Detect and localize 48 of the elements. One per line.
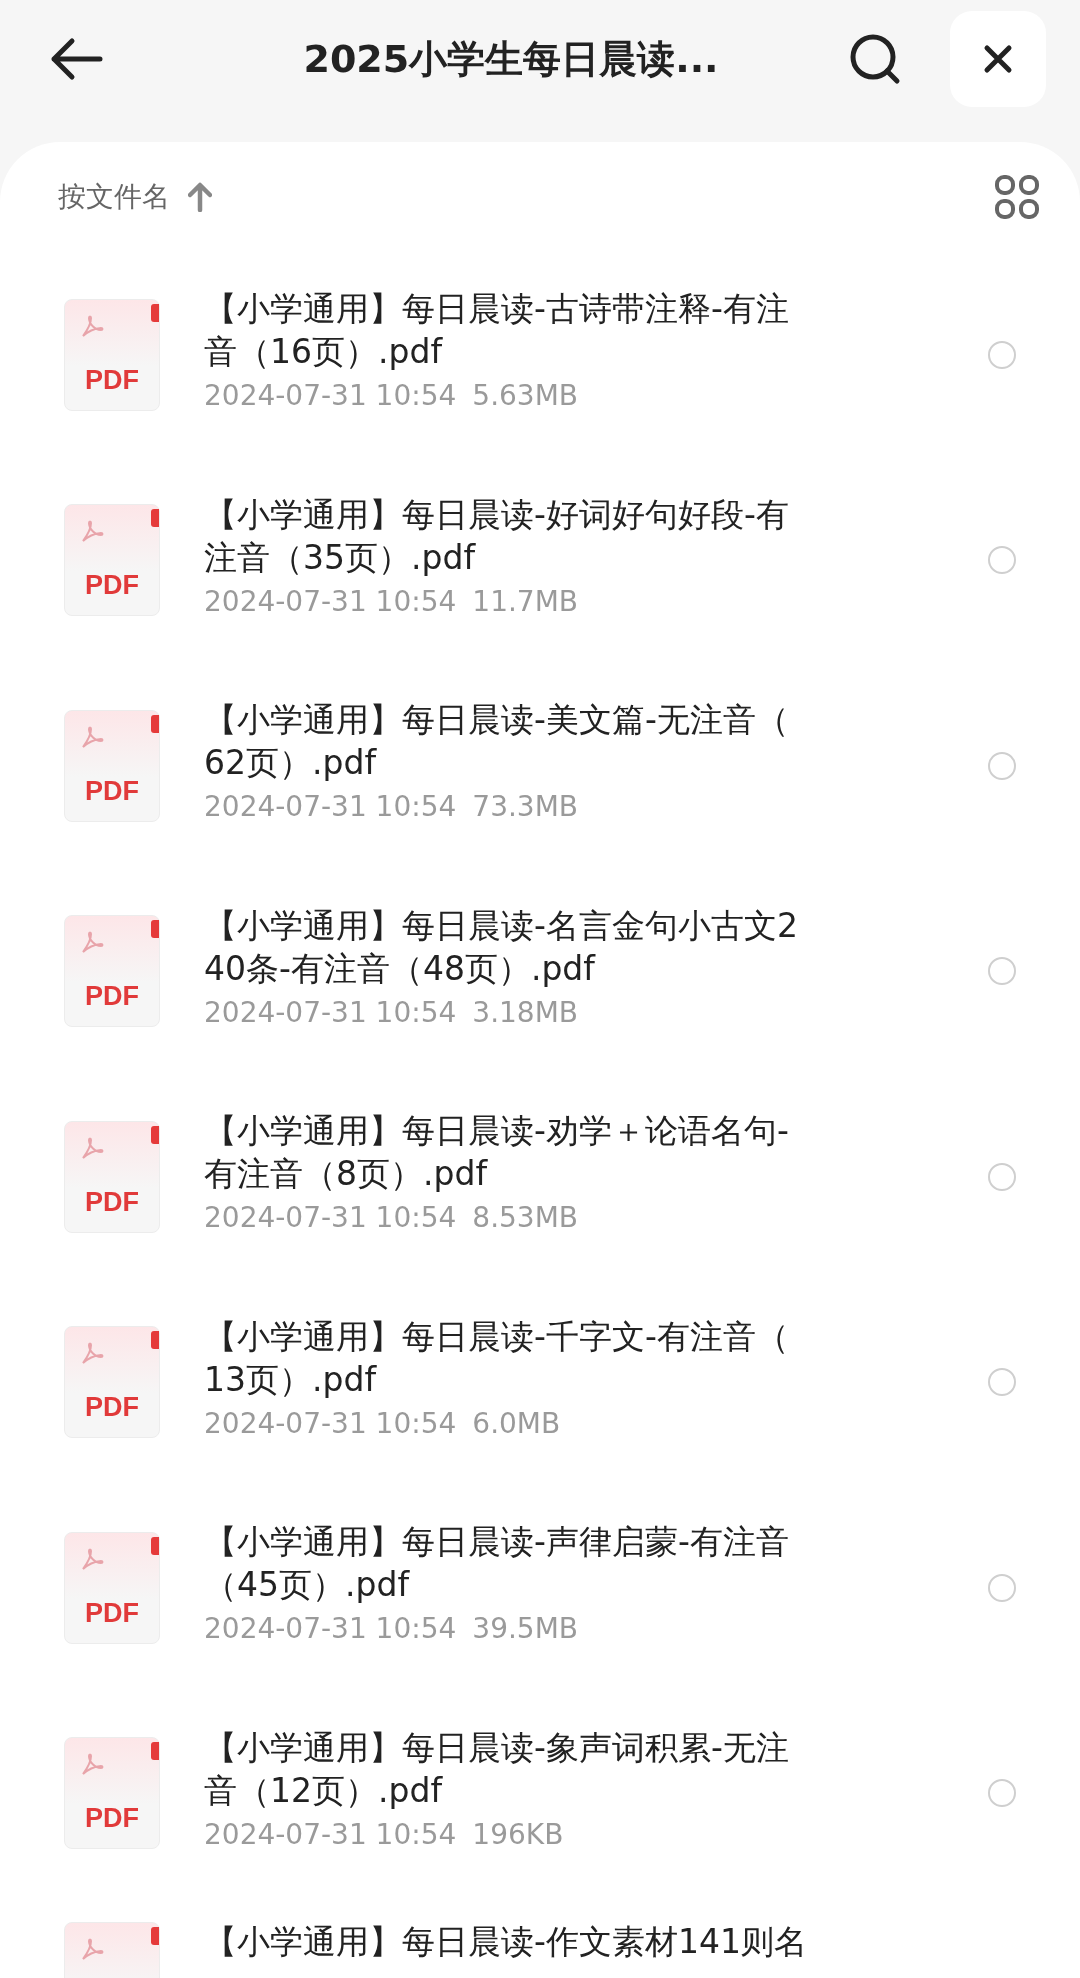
sort-label[interactable]: 按文件名 <box>58 178 170 216</box>
file-name[interactable]: 【小学通用】每日晨读-好词好句好段-有 注音（35页）.pdf <box>204 492 988 579</box>
file-date: 2024-07-31 10:54 <box>204 584 457 618</box>
file-date: 2024-07-31 10:54 <box>204 1817 457 1851</box>
pdf-file-icon: PDF <box>64 504 160 617</box>
file-name[interactable]: 【小学通用】每日晨读-劝学＋论语名句- 有注音（8页）.pdf <box>204 1109 988 1196</box>
select-radio[interactable] <box>988 751 1016 780</box>
select-radio[interactable] <box>988 546 1016 575</box>
file-name[interactable]: 【小学通用】每日晨读-象声词积累-无注 音（12页）.pdf <box>204 1725 988 1812</box>
file-date: 2024-07-31 10:54 <box>204 995 457 1029</box>
file-size: 11.7MB <box>472 584 579 618</box>
file-size: 3.18MB <box>472 995 579 1029</box>
file-date: 2024-07-31 10:54 <box>204 379 457 413</box>
folder-title: 2025小学生每日晨读... <box>302 35 720 83</box>
file-name[interactable]: 【小学通用】每日晨读-名言金句小古文2 40条-有注音（48页）.pdf <box>204 903 988 990</box>
file-size: 6.0MB <box>472 1406 561 1440</box>
select-radio[interactable] <box>988 1573 1016 1602</box>
pdf-file-icon: PDF <box>64 298 160 411</box>
select-radio[interactable] <box>988 1162 1016 1191</box>
pdf-file-icon: PDF <box>64 915 160 1028</box>
select-radio[interactable] <box>988 957 1016 986</box>
pdf-file-icon: PDF <box>64 1737 160 1850</box>
file-date: 2024-07-31 10:54 <box>204 1201 457 1235</box>
pdf-file-icon: PDF <box>64 1120 160 1233</box>
file-name[interactable]: 【小学通用】每日晨读-作文素材141则名 <box>204 1920 1016 1963</box>
pdf-file-icon: PDF <box>64 1531 160 1644</box>
grid-view-icon[interactable] <box>994 174 1040 220</box>
file-name[interactable]: 【小学通用】每日晨读-美文篇-无注音（ 62页）.pdf <box>204 698 988 785</box>
file-date: 2024-07-31 10:54 <box>204 1406 457 1440</box>
pdf-file-icon: PDF <box>64 1326 160 1439</box>
select-radio[interactable] <box>988 1368 1016 1397</box>
file-size: 196KB <box>472 1817 564 1851</box>
file-name[interactable]: 【小学通用】每日晨读-声律启蒙-有注音 （45页）.pdf <box>204 1520 988 1607</box>
file-size: 5.63MB <box>472 379 579 413</box>
search-icon[interactable] <box>848 32 902 86</box>
file-size: 73.3MB <box>472 790 579 824</box>
file-size: 39.5MB <box>472 1612 579 1646</box>
close-button[interactable] <box>950 11 1046 107</box>
file-name[interactable]: 【小学通用】每日晨读-古诗带注释-有注 音（16页）.pdf <box>204 287 988 374</box>
select-radio[interactable] <box>988 1779 1016 1808</box>
close-icon <box>983 44 1013 74</box>
file-date: 2024-07-31 10:54 <box>204 790 457 824</box>
arrow-up-icon[interactable] <box>188 182 212 212</box>
file-size: 8.53MB <box>472 1201 579 1235</box>
file-name[interactable]: 【小学通用】每日晨读-千字文-有注音（ 13页）.pdf <box>204 1314 988 1401</box>
select-radio[interactable] <box>988 340 1016 369</box>
pdf-file-icon: PDF <box>64 709 160 822</box>
file-date: 2024-07-31 10:54 <box>204 1612 457 1646</box>
